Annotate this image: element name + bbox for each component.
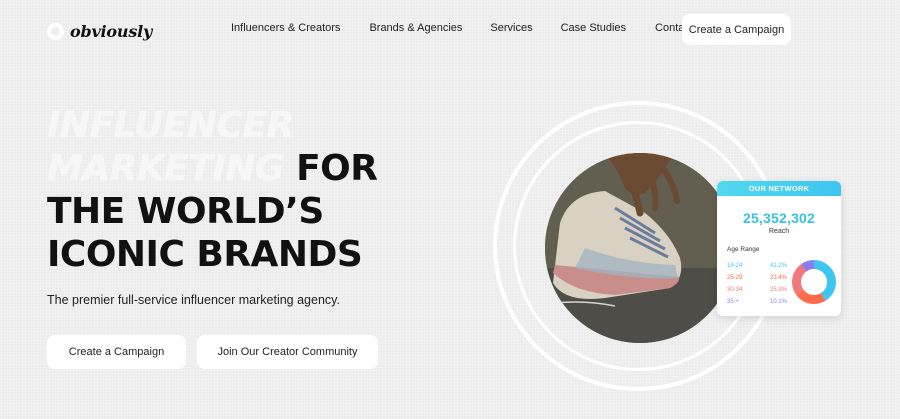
- age-row: 30-34 25.3%: [727, 284, 787, 296]
- sneaker-illustration: [545, 153, 735, 343]
- top-nav: obviously Influencers & Creators Brands …: [0, 0, 900, 60]
- age-range-table: 18-24 41.2% 25-29 23.4% 30-34 25.3% 35 +…: [727, 260, 787, 308]
- hero-title-line3: THE WORLD’S: [47, 191, 324, 232]
- hero-title-ghost-line2: MARKETING: [47, 148, 285, 189]
- age-range-value: 18-24: [727, 263, 743, 269]
- nav-link-case-studies[interactable]: Case Studies: [561, 22, 626, 34]
- brand-name: obviously: [70, 21, 153, 41]
- brand-logo[interactable]: obviously: [47, 20, 152, 42]
- hero-subtitle: The premier full-service influencer mark…: [47, 293, 340, 307]
- age-range-value: 35 +: [727, 299, 739, 305]
- age-percent-value: 23.4%: [769, 275, 787, 281]
- nav-links: Influencers & Creators Brands & Agencies…: [231, 22, 693, 34]
- nav-create-campaign-button[interactable]: Create a Campaign: [682, 14, 791, 45]
- hero-title-ghost-line1: INFLUENCER: [47, 105, 294, 146]
- network-card-header: OUR NETWORK: [717, 181, 841, 196]
- our-network-card: OUR NETWORK 25,352,302 Reach Age Range 1…: [717, 181, 841, 316]
- age-range-label: Age Range: [727, 246, 760, 253]
- nav-link-services[interactable]: Services: [490, 22, 532, 34]
- age-row: 25-29 23.4%: [727, 272, 787, 284]
- create-campaign-button[interactable]: Create a Campaign: [47, 335, 186, 369]
- network-reach-label: Reach: [768, 228, 790, 235]
- nav-link-influencers[interactable]: Influencers & Creators: [231, 22, 340, 34]
- network-reach-total: 25,352,302: [742, 210, 816, 226]
- hero-title-line4: ICONIC BRANDS: [47, 234, 363, 275]
- age-row: 18-24 41.2%: [727, 260, 787, 272]
- logo-ring-icon: [47, 22, 64, 40]
- hero-title: INFLUENCER MARKETING FOR THE WORLD’S ICO…: [47, 104, 487, 276]
- age-range-value: 25-29: [727, 275, 743, 281]
- age-row: 35 + 10.1%: [727, 296, 787, 308]
- hero-title-for: FOR: [296, 148, 378, 189]
- sneaker-photo: [545, 153, 735, 343]
- join-creator-community-button[interactable]: Join Our Creator Community: [197, 335, 378, 369]
- nav-link-brands[interactable]: Brands & Agencies: [369, 22, 462, 34]
- age-donut-chart: [792, 260, 836, 304]
- age-range-value: 30-34: [727, 287, 743, 293]
- age-percent-value: 10.1%: [769, 299, 787, 305]
- age-percent-value: 25.3%: [769, 287, 787, 293]
- age-percent-value: 41.2%: [769, 263, 787, 269]
